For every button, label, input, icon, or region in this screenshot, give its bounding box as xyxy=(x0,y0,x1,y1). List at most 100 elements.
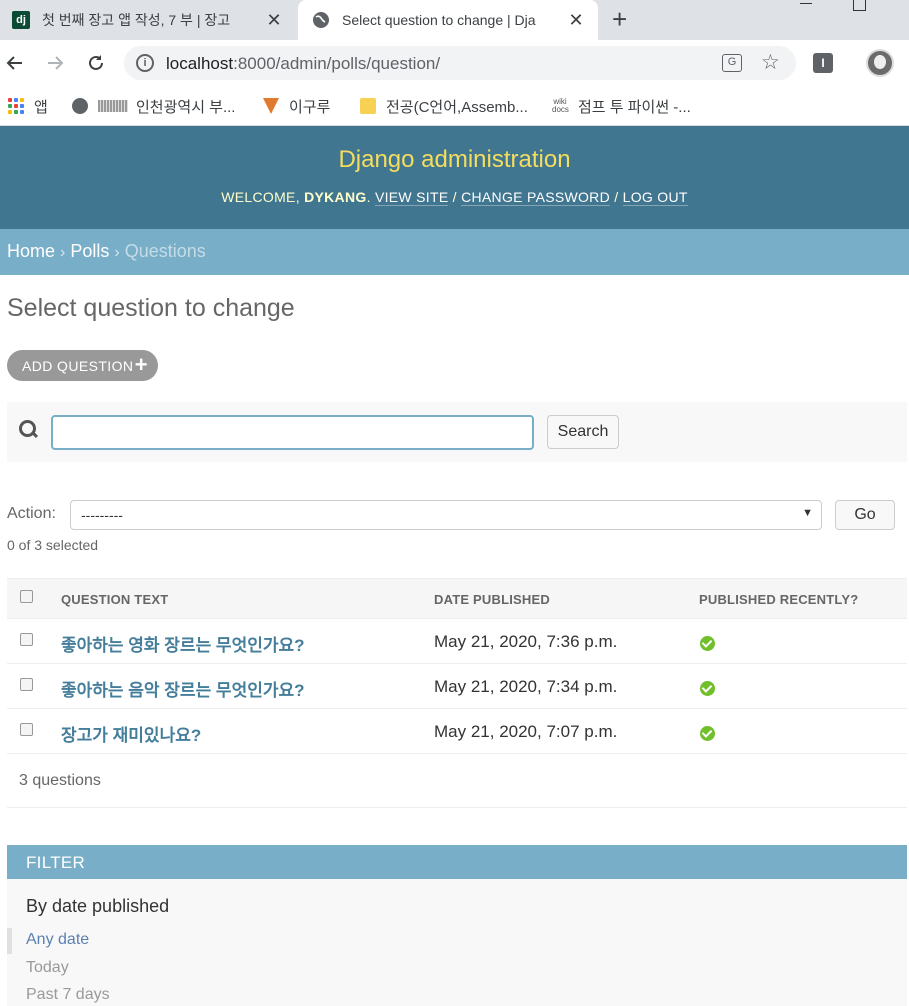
globe-icon xyxy=(72,98,88,114)
breadcrumb-home[interactable]: Home xyxy=(7,241,55,261)
page-title: Select question to change xyxy=(7,294,295,322)
column-header-date-published[interactable]: DATE PUBLISHED xyxy=(434,592,550,607)
breadcrumb: Home › Polls › Questions xyxy=(0,229,909,275)
bookmark-incheon[interactable]: 인천광역시 부... xyxy=(72,96,235,116)
filter-selected-marker xyxy=(7,928,12,954)
striped-logo-icon xyxy=(98,100,128,112)
date-published: May 21, 2020, 7:07 p.m. xyxy=(434,722,618,741)
log-out-link[interactable]: LOG OUT xyxy=(622,189,688,206)
action-select[interactable]: --------- ▼ xyxy=(70,500,822,530)
search-input[interactable] xyxy=(51,415,534,450)
filter-title: By date published xyxy=(26,896,170,916)
go-button[interactable]: Go xyxy=(835,500,895,530)
maximize-window-icon[interactable] xyxy=(853,0,866,11)
date-published: May 21, 2020, 7:34 p.m. xyxy=(434,677,618,696)
bookmarks-bar: 앱 인천광역시 부... 이구루 전공(C언어,Assemb... wiki do… xyxy=(0,86,909,126)
url-host: localhost xyxy=(166,54,234,73)
globe-favicon-icon xyxy=(312,11,330,29)
paginator: 3 questions xyxy=(7,754,907,808)
url-path: :8000/admin/polls/question/ xyxy=(233,54,441,73)
add-question-label: ADD QUESTION xyxy=(22,358,134,374)
minimize-window-icon[interactable] xyxy=(800,0,812,4)
yes-check-icon xyxy=(700,681,715,696)
url-text: localhost:8000/admin/polls/question/ xyxy=(166,54,440,74)
profile-avatar[interactable] xyxy=(866,49,894,77)
bookmark-jump-to-python[interactable]: wiki docs 점프 투 파이썬 -... xyxy=(552,96,691,116)
bookmark-label: 이구루 xyxy=(289,98,331,116)
yes-check-icon xyxy=(700,636,715,651)
bookmark-apps[interactable]: 앱 xyxy=(8,96,48,116)
extension-icon[interactable]: I xyxy=(813,53,833,73)
question-link[interactable]: 좋아하는 영화 장르는 무엇인가요? xyxy=(61,631,305,656)
breadcrumb-separator: › xyxy=(114,244,120,261)
question-link[interactable]: 좋아하는 음악 장르는 무엇인가요? xyxy=(61,676,305,701)
translate-icon[interactable]: G xyxy=(722,54,742,72)
user-tools: WELCOME, DYKANG. VIEW SITE / CHANGE PASS… xyxy=(221,189,688,206)
bookmark-label: 인천광역시 부... xyxy=(136,98,236,116)
action-label: Action: xyxy=(7,505,56,522)
bookmark-star-icon[interactable]: ☆ xyxy=(761,50,780,75)
breadcrumb-polls[interactable]: Polls xyxy=(70,241,109,261)
separator: / xyxy=(614,189,619,205)
site-info-icon[interactable]: i xyxy=(136,54,154,72)
filter-any-date[interactable]: Any date xyxy=(26,931,89,949)
row-checkbox[interactable] xyxy=(20,633,33,646)
site-branding[interactable]: Django administration xyxy=(0,146,909,174)
tab-close-icon[interactable]: ✕ xyxy=(564,10,588,31)
filter-header: FILTER xyxy=(7,845,907,879)
welcome-text: WELCOME, xyxy=(221,189,300,205)
tab-title: 첫 번째 장고 앱 작성, 7 부 | 장고 xyxy=(42,12,231,28)
table-row: 좋아하는 영화 장르는 무엇인가요? May 21, 2020, 7:36 p.… xyxy=(7,619,907,664)
apps-grid-icon xyxy=(8,98,24,114)
table-row: 장고가 재미있나요? May 21, 2020, 7:07 p.m. xyxy=(7,709,907,754)
django-favicon-icon: dj xyxy=(12,11,30,29)
tab-django-tutorial[interactable]: dj 첫 번째 장고 앱 작성, 7 부 | 장고 ✕ xyxy=(0,0,296,40)
username: DYKANG xyxy=(304,189,367,205)
add-question-button[interactable]: ADD QUESTION + xyxy=(7,350,158,381)
yes-check-icon xyxy=(700,726,715,741)
date-published: May 21, 2020, 7:36 p.m. xyxy=(434,632,618,651)
tab-admin-active[interactable]: Select question to change | Dja ✕ xyxy=(298,0,598,40)
search-icon xyxy=(19,420,37,438)
forward-arrow-icon[interactable] xyxy=(42,50,68,76)
table-row: 좋아하는 음악 장르는 무엇인가요? May 21, 2020, 7:34 p.… xyxy=(7,664,907,709)
results-table: QUESTION TEXT DATE PUBLISHED PUBLISHED R… xyxy=(7,578,907,754)
view-site-link[interactable]: VIEW SITE xyxy=(374,189,449,206)
reload-icon[interactable] xyxy=(83,50,109,76)
new-tab-button[interactable]: + xyxy=(612,4,627,34)
result-count: 3 questions xyxy=(19,772,101,789)
tab-close-icon[interactable]: ✕ xyxy=(262,10,286,31)
row-checkbox[interactable] xyxy=(20,678,33,691)
row-checkbox[interactable] xyxy=(20,723,33,736)
pizza-icon xyxy=(263,98,279,114)
dropdown-arrow-icon: ▼ xyxy=(802,507,813,519)
search-toolbar: Search xyxy=(7,402,907,462)
filter-panel: FILTER By date published Any date Today … xyxy=(7,845,907,1006)
select-all-checkbox[interactable] xyxy=(20,590,33,603)
browser-toolbar: i localhost:8000/admin/polls/question/ G… xyxy=(0,40,909,86)
breadcrumb-separator: › xyxy=(60,244,66,261)
bookmark-major-folder[interactable]: 전공(C언어,Assemb... xyxy=(360,96,528,116)
wikidocs-icon: wiki docs xyxy=(552,97,569,114)
search-button[interactable]: Search xyxy=(547,415,619,449)
bookmark-label: 점프 투 파이썬 -... xyxy=(578,98,691,116)
browser-tab-bar: dj 첫 번째 장고 앱 작성, 7 부 | 장고 ✕ Select quest… xyxy=(0,0,909,40)
breadcrumb-current: Questions xyxy=(124,241,206,261)
column-header-published-recently[interactable]: PUBLISHED RECENTLY? xyxy=(699,592,858,607)
tab-title: Select question to change | Dja xyxy=(342,12,536,28)
filter-today[interactable]: Today xyxy=(26,959,69,977)
selected-count: 0 of 3 selected xyxy=(7,537,99,553)
question-link[interactable]: 장고가 재미있나요? xyxy=(61,721,201,746)
folder-icon xyxy=(360,98,376,114)
change-password-link[interactable]: CHANGE PASSWORD xyxy=(461,189,611,206)
admin-header: Django administration WELCOME, DYKANG. V… xyxy=(0,126,909,229)
bookmark-igurou[interactable]: 이구루 xyxy=(263,96,330,116)
actions-bar: Action: --------- ▼ Go xyxy=(7,500,907,530)
filter-past-7-days[interactable]: Past 7 days xyxy=(26,986,110,1004)
address-bar[interactable]: i localhost:8000/admin/polls/question/ G… xyxy=(124,46,796,80)
action-selected-value: --------- xyxy=(81,507,123,523)
back-arrow-icon[interactable] xyxy=(2,50,28,76)
bookmark-label: 앱 xyxy=(34,98,48,116)
bookmark-label: 전공(C언어,Assemb... xyxy=(386,98,528,116)
column-header-question-text[interactable]: QUESTION TEXT xyxy=(61,592,168,607)
